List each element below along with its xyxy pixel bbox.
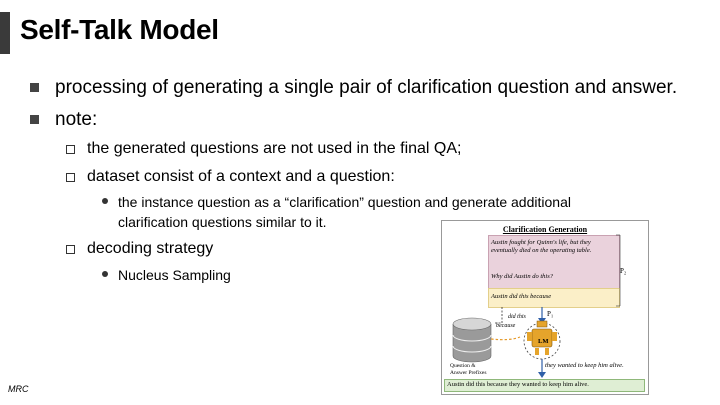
database-to-lm-arrow <box>490 336 521 341</box>
database-icon <box>452 317 492 363</box>
prefix-arrow <box>494 307 503 324</box>
database-label-line1: Question & <box>450 363 476 369</box>
title-accent-bar <box>0 12 10 54</box>
did-this-label: did this <box>508 314 526 320</box>
bullet-text: decoding strategy <box>87 240 214 257</box>
generated-answer-text: they wanted to keep him alive. <box>545 362 624 369</box>
bullet-text: Nucleus Sampling <box>118 267 231 283</box>
database-label-line2: Answer Prefixes <box>450 370 487 376</box>
because-label: because <box>496 323 516 329</box>
square-bullet-icon <box>30 83 39 92</box>
hollow-square-bullet-icon <box>66 145 75 154</box>
p2-label: P₂ <box>620 267 627 275</box>
bullet-text-line1: the instance question as a “clarificatio… <box>118 194 571 210</box>
hollow-square-bullet-icon <box>66 245 75 254</box>
dot-bullet-icon <box>102 271 108 277</box>
p1-label: P₁ <box>547 310 554 318</box>
hollow-square-bullet-icon <box>66 173 75 182</box>
bullet-text: processing of generating a single pair o… <box>55 77 678 98</box>
clarification-generation-figure: Clarification Generation Austin fought f… <box>441 220 649 395</box>
final-output-text: Austin did this because they wanted to k… <box>447 381 589 388</box>
square-bullet-icon <box>30 115 39 124</box>
lm-label: LM <box>538 338 549 345</box>
down-arrow-bottom-head <box>538 372 546 378</box>
database-label: Question & Answer Prefixes <box>450 363 487 377</box>
dot-bullet-icon <box>102 198 108 204</box>
bullet-text-line2: clarification questions similar to it. <box>118 214 327 230</box>
bullet-text: the generated questions are not used in … <box>87 140 462 157</box>
bullet-text: dataset consist of a context and a quest… <box>87 168 395 185</box>
footer-label: MRC <box>8 384 29 394</box>
slide-title: Self-Talk Model <box>20 14 219 45</box>
bullet-text: note: <box>55 109 98 130</box>
